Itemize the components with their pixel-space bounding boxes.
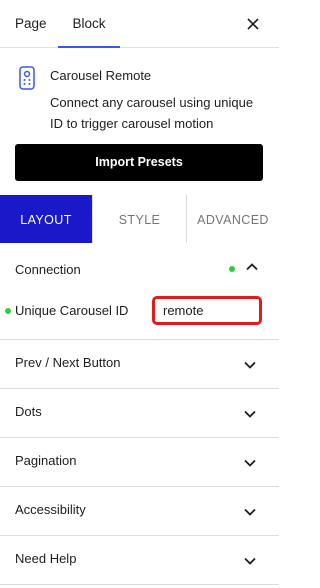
- pagination-panel[interactable]: Pagination: [0, 438, 279, 487]
- sidebar-header: Page Block: [0, 0, 279, 48]
- prev-next-button-panel[interactable]: Prev / Next Button: [0, 340, 279, 389]
- unique-carousel-id-input[interactable]: [152, 296, 262, 325]
- panel-title: Pagination: [15, 453, 77, 468]
- panel-title: Prev / Next Button: [15, 355, 121, 370]
- tab-block[interactable]: Block: [58, 0, 120, 48]
- block-title: Carousel Remote: [50, 68, 152, 83]
- status-dot: [229, 266, 235, 272]
- chevron-down-icon: [244, 508, 256, 516]
- unique-carousel-id-label: Unique Carousel ID: [15, 303, 129, 318]
- block-description: Connect any carousel using unique ID to …: [50, 95, 254, 131]
- import-presets-button[interactable]: Import Presets: [15, 144, 263, 181]
- chevron-down-icon: [244, 557, 256, 565]
- panel-title: Dots: [15, 404, 42, 419]
- accessibility-panel[interactable]: Accessibility: [0, 487, 279, 536]
- remote-control-icon: [19, 66, 35, 90]
- dots-panel[interactable]: Dots: [0, 389, 279, 438]
- tab-page[interactable]: Page: [15, 0, 47, 48]
- connection-panel: Connection Unique Carousel ID: [0, 243, 279, 340]
- chevron-down-icon: [244, 459, 256, 467]
- tab-style[interactable]: STYLE: [92, 195, 186, 243]
- panel-title: Need Help: [15, 551, 77, 566]
- need-help-panel[interactable]: Need Help: [0, 536, 279, 585]
- settings-tabs: LAYOUT STYLE ADVANCED: [0, 195, 279, 243]
- block-card: Carousel Remote Connect any carousel usi…: [0, 49, 279, 195]
- close-icon: [247, 18, 259, 30]
- close-button[interactable]: [243, 14, 263, 34]
- field-status-dot: [5, 308, 11, 314]
- panel-title: Accessibility: [15, 502, 86, 517]
- chevron-up-icon[interactable]: [245, 260, 259, 274]
- tab-layout[interactable]: LAYOUT: [0, 195, 92, 243]
- chevron-down-icon: [244, 410, 256, 418]
- connection-panel-title[interactable]: Connection: [15, 262, 81, 277]
- chevron-down-icon: [244, 361, 256, 369]
- tab-advanced[interactable]: ADVANCED: [186, 195, 279, 243]
